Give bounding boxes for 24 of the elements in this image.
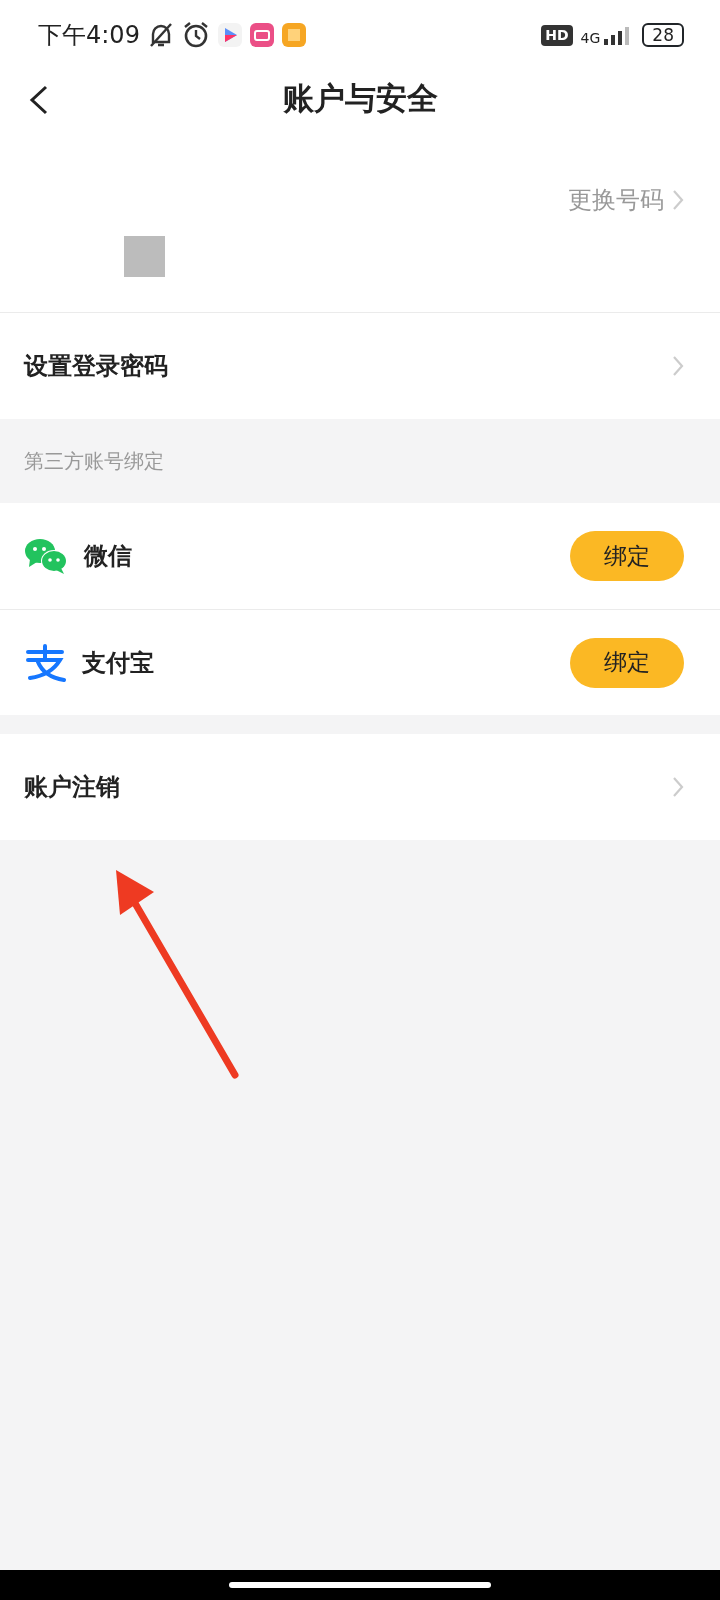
hd-indicator: HD [541,24,573,46]
row-label: 账户注销 [24,772,120,803]
page-title: 账户与安全 [282,78,438,118]
battery-indicator: 28 [642,23,684,47]
chat-bubbles-icon [24,537,68,575]
bind-button[interactable]: 绑定 [570,531,684,581]
play-app-icon [217,23,242,47]
redaction-block [124,236,165,277]
bell-off-icon [147,21,174,49]
tv-app-icon [249,23,274,47]
chevron-icon [672,355,684,377]
account-name: 支付宝 [82,647,154,679]
chevron-icon [672,189,684,211]
alipay-logo-icon [24,643,66,682]
bind-button[interactable]: 绑定 [570,637,684,688]
cancel-account-row[interactable]: 账户注销 [0,734,720,840]
set-password-row[interactable]: 设置登录密码 [0,313,720,419]
network-type: 4G [580,31,601,45]
account-name: 微信 [84,541,132,572]
chevron-icon [672,776,684,798]
status-time: 下午4:09 [38,20,140,51]
section-title: 第三方账号绑定 [24,448,164,475]
notes-app-icon [281,23,306,47]
row-label: 设置登录密码 [24,351,168,382]
